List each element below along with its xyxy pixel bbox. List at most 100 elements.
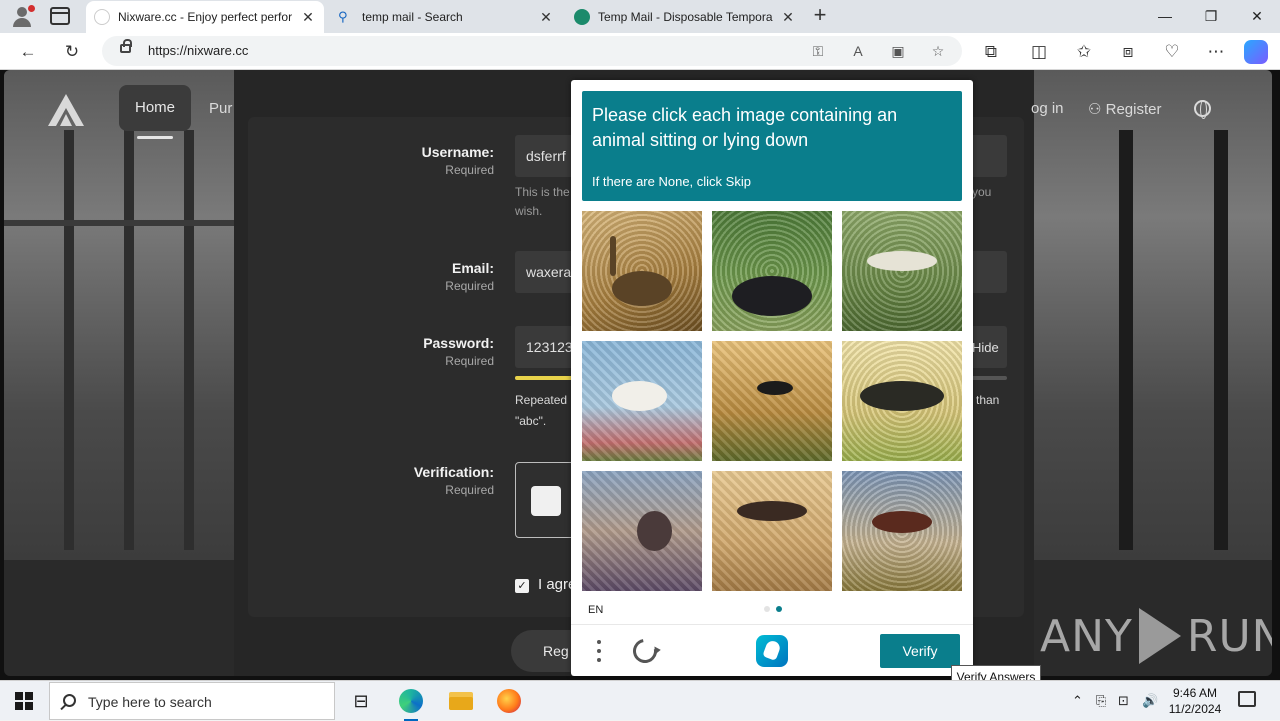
nav-login[interactable]: og in <box>1031 100 1064 117</box>
tab-nixware[interactable]: Nixware.cc - Enjoy perfect perfor ✕ <box>86 1 324 33</box>
password-hide-toggle[interactable]: Hide <box>972 338 999 357</box>
device-icon[interactable]: ⎘ <box>1096 693 1106 709</box>
nixware-logo-icon[interactable] <box>46 92 86 128</box>
extensions-icon[interactable]: ⧉ <box>977 38 1005 66</box>
challenge-image-9[interactable] <box>842 471 962 591</box>
challenge-image-2[interactable] <box>712 211 832 331</box>
password-required: Required <box>445 354 494 368</box>
verify-button[interactable]: Verify <box>880 634 960 668</box>
split-screen-icon[interactable]: ◫ <box>1025 38 1053 66</box>
browser-essentials-icon[interactable]: ♡ <box>1158 38 1186 66</box>
password-help-line2: "abc". <box>515 414 547 428</box>
anyrun-watermark: ANY RUN <box>1040 608 1272 664</box>
watermark-play-icon <box>1138 608 1181 664</box>
network-icon[interactable]: ⊡ <box>1118 693 1129 709</box>
more-menu-icon[interactable]: ⋯ <box>1202 38 1230 66</box>
menu-dots-icon[interactable] <box>595 640 603 666</box>
reload-icon[interactable]: ↻ <box>58 38 86 66</box>
clock-date: 11/2/2024 <box>1168 702 1222 716</box>
copilot-icon[interactable] <box>1244 40 1268 64</box>
address-bar[interactable]: https://nixware.cc ⚿ A ▣ ☆ <box>102 36 962 66</box>
hcaptcha-challenge: Please click each image containing an an… <box>571 80 973 676</box>
tab-actions-icon[interactable] <box>50 7 70 25</box>
challenge-image-8[interactable] <box>712 471 832 591</box>
immersive-reader-icon[interactable]: ▣ <box>888 41 908 61</box>
verification-required: Required <box>445 483 494 497</box>
file-explorer-icon[interactable] <box>446 686 476 716</box>
minimize-button[interactable]: — <box>1142 0 1188 32</box>
key-icon[interactable]: ⚿ <box>808 41 828 61</box>
user-add-icon: ⚇ <box>1088 101 1106 118</box>
profile-icon[interactable] <box>10 4 36 30</box>
close-tab-icon[interactable]: ✕ <box>538 9 554 26</box>
page-indicator-1 <box>764 606 770 612</box>
nav-register[interactable]: ⚇ Register <box>1088 100 1161 118</box>
challenge-image-4[interactable] <box>582 341 702 461</box>
username-help-line2: wish. <box>515 204 543 218</box>
hcaptcha-checkbox[interactable] <box>531 486 561 516</box>
challenge-image-3[interactable] <box>842 211 962 331</box>
password-help-right: than <box>976 393 1000 407</box>
challenge-image-7[interactable] <box>582 471 702 591</box>
taskbar-search-placeholder: Type here to search <box>88 694 212 710</box>
address-url[interactable]: https://nixware.cc <box>148 43 248 58</box>
globe-icon[interactable] <box>1194 100 1211 119</box>
new-tab-button[interactable]: + <box>808 4 832 28</box>
close-tab-icon[interactable]: ✕ <box>300 9 316 26</box>
tab-temp-mail[interactable]: Temp Mail - Disposable Tempora ✕ <box>566 1 804 33</box>
lock-icon[interactable] <box>120 39 132 53</box>
agree-checkbox[interactable]: ✓ <box>515 579 529 593</box>
watermark-right: RUN <box>1186 610 1272 662</box>
notifications-icon[interactable] <box>1238 691 1256 707</box>
collections-icon[interactable]: ⧈ <box>1114 38 1142 66</box>
clock-time: 9:46 AM <box>1172 686 1218 700</box>
restore-button[interactable]: ❐ <box>1188 0 1234 32</box>
challenge-prompt: Please click each image containing an an… <box>592 105 898 150</box>
tab-temp-mail-search[interactable]: ⚲ temp mail - Search ✕ <box>330 1 562 33</box>
tab-title: Temp Mail - Disposable Tempora <box>598 10 773 24</box>
page-indicator-2 <box>776 606 782 612</box>
read-aloud-icon[interactable]: A <box>848 41 868 61</box>
username-help-right: you <box>972 185 992 199</box>
firefox-icon[interactable] <box>494 686 524 716</box>
nav-purchase[interactable]: Pur <box>209 100 232 117</box>
search-icon <box>63 694 76 707</box>
task-view-icon[interactable]: ⊟ <box>346 686 376 716</box>
watermark-left: ANY <box>1040 610 1133 662</box>
challenge-image-6[interactable] <box>842 341 962 461</box>
nav-register-label: Register <box>1105 101 1162 118</box>
hcaptcha-widget[interactable] <box>515 462 575 538</box>
tab-title: Nixware.cc - Enjoy perfect perfor <box>118 10 293 24</box>
refresh-challenge-icon[interactable] <box>628 634 662 668</box>
tempmail-favicon-icon <box>574 9 590 25</box>
challenge-header: Please click each image containing an an… <box>582 91 962 201</box>
username-help: This is the <box>515 185 570 199</box>
challenge-subtitle: If there are None, click Skip <box>592 174 751 189</box>
taskbar-clock[interactable]: 9:46 AM 11/2/2024 <box>1160 685 1230 717</box>
password-label: Password: <box>423 335 494 351</box>
browser-tabstrip: Nixware.cc - Enjoy perfect perfor ✕ ⚲ te… <box>0 0 1280 33</box>
username-required: Required <box>445 163 494 177</box>
taskbar-search[interactable]: Type here to search <box>49 682 335 720</box>
tab-title: temp mail - Search <box>362 10 463 24</box>
volume-icon[interactable]: 🔊 <box>1142 693 1158 709</box>
language-selector[interactable]: EN <box>588 604 603 616</box>
favorite-star-icon[interactable]: ☆ <box>928 41 948 61</box>
footer-divider <box>571 624 973 625</box>
verification-label: Verification: <box>413 464 494 480</box>
windows-start-icon[interactable] <box>15 692 33 710</box>
nixware-favicon-icon <box>94 9 110 25</box>
email-required: Required <box>445 279 494 293</box>
password-help: Repeated <box>515 393 568 407</box>
challenge-image-1[interactable] <box>582 211 702 331</box>
challenge-image-5[interactable] <box>712 341 832 461</box>
close-tab-icon[interactable]: ✕ <box>780 9 796 26</box>
hcaptcha-logo-icon[interactable] <box>756 635 788 667</box>
favorites-icon[interactable]: ✩ <box>1070 38 1098 66</box>
show-hidden-icons-icon[interactable]: ⌃ <box>1072 693 1083 709</box>
edge-taskbar-icon[interactable] <box>396 686 426 721</box>
close-window-button[interactable]: ✕ <box>1234 0 1280 32</box>
back-arrow-icon[interactable]: ← <box>14 38 42 66</box>
nav-home[interactable]: Home <box>119 85 191 139</box>
username-label: Username: <box>421 144 494 160</box>
